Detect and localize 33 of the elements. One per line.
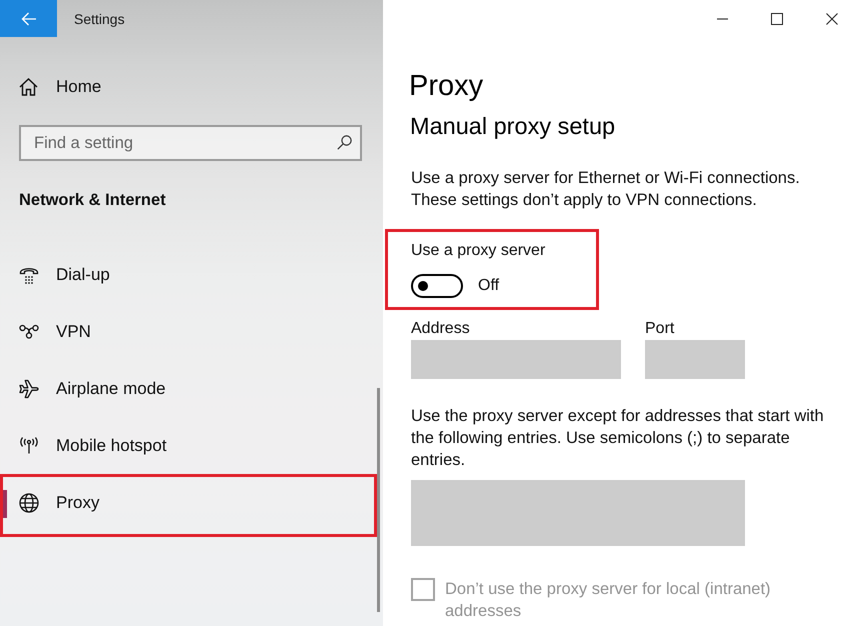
toggle-state-label: Off: [478, 277, 500, 295]
toggle-switch[interactable]: [411, 274, 463, 298]
nav-item[interactable]: Mobile hotspot: [0, 417, 376, 474]
close-icon: [826, 12, 838, 24]
toggle-label: Use a proxy server: [411, 241, 546, 261]
field-label: Address: [411, 319, 470, 339]
exceptions-description: Use the proxy server except for addresses that start with the following entries. Use semicolons (;) to separate entries.: [411, 406, 825, 471]
scroll-bar[interactable]: [377, 388, 380, 612]
checkbox-label: Don’t use the proxy server for local (intranet) addresses: [445, 579, 772, 622]
search-icon[interactable]: [337, 135, 352, 150]
maximize-icon: [771, 12, 783, 24]
search-field[interactable]: Find a setting: [19, 125, 362, 161]
description-text: Use a proxy server for Ethernet or Wi-Fi connections. These settings don’t apply to VPN connections.: [411, 168, 801, 211]
airplane-icon: [19, 378, 39, 398]
nav-item[interactable]: Dial-up: [0, 246, 376, 303]
minimize-icon: [716, 18, 728, 20]
highlighted-nav-item[interactable]: Proxy: [0, 474, 377, 537]
home-link[interactable]: Home: [19, 70, 102, 104]
vpn-icon: [19, 324, 39, 339]
field-label: Port: [645, 319, 674, 339]
window-title: Settings: [74, 10, 125, 26]
section-heading: Manual proxy setup: [410, 112, 616, 141]
back-button[interactable]: [0, 0, 57, 37]
section-title: Network & Internet: [19, 190, 167, 210]
nav-item[interactable]: Airplane mode: [0, 360, 376, 417]
antenna-icon: [19, 437, 39, 454]
back-arrow-icon: [20, 12, 36, 26]
home-icon: [19, 78, 38, 96]
globe-icon: [19, 493, 39, 513]
selection-indicator: [3, 490, 7, 518]
nav-item[interactable]: VPN: [0, 303, 376, 360]
page-title: Proxy: [409, 69, 484, 104]
phone-icon: [19, 266, 39, 284]
